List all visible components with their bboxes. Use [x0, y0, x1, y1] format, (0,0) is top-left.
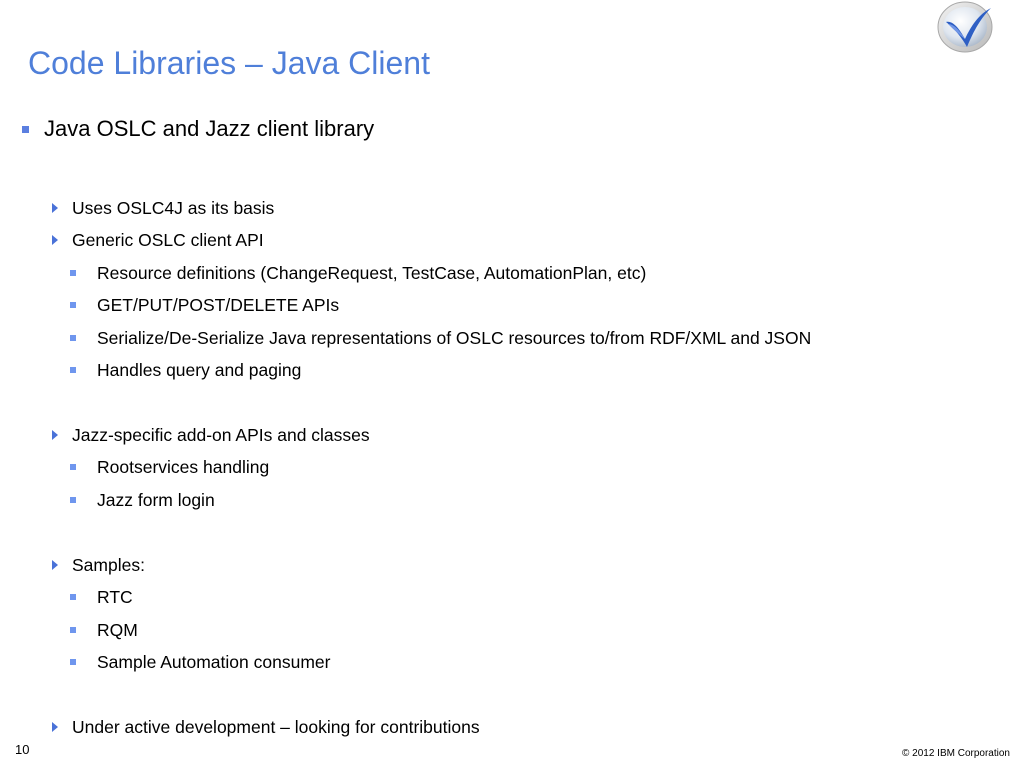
- bullet-java-oslc-library: Java OSLC and Jazz client library: [22, 113, 374, 145]
- small-square-bullet-icon: [70, 659, 76, 665]
- small-square-bullet-icon: [70, 464, 76, 470]
- triangle-arrow-icon: [52, 235, 58, 245]
- bullet-text: Jazz-specific add-on APIs and classes: [72, 424, 370, 445]
- small-square-bullet-icon: [70, 335, 76, 341]
- bullet-text: RQM: [97, 619, 138, 640]
- small-square-bullet-icon: [70, 270, 76, 276]
- bullet-text: Under active development – looking for c…: [72, 716, 480, 737]
- bullet-rootservices: Rootservices handling: [70, 455, 269, 479]
- bullet-text: Java OSLC and Jazz client library: [44, 116, 375, 141]
- bullet-rqm: RQM: [70, 618, 138, 642]
- triangle-arrow-icon: [52, 430, 58, 440]
- bullet-active-development: Under active development – looking for c…: [52, 715, 480, 739]
- bullet-serialize: Serialize/De-Serialize Java representati…: [70, 326, 811, 350]
- small-square-bullet-icon: [70, 302, 76, 308]
- triangle-arrow-icon: [52, 203, 58, 213]
- bullet-http-apis: GET/PUT/POST/DELETE APIs: [70, 293, 339, 317]
- bullet-query-paging: Handles query and paging: [70, 358, 301, 382]
- bullet-uses-oslc4j: Uses OSLC4J as its basis: [52, 196, 274, 220]
- bullet-automation-consumer: Sample Automation consumer: [70, 650, 330, 674]
- copyright-notice: © 2012 IBM Corporation: [902, 748, 1010, 759]
- bullet-text: Uses OSLC4J as its basis: [72, 197, 275, 218]
- bullet-text: Handles query and paging: [97, 359, 302, 380]
- bullet-generic-oslc-api: Generic OSLC client API: [52, 228, 264, 252]
- bullet-text: Generic OSLC client API: [72, 229, 264, 250]
- small-square-bullet-icon: [70, 497, 76, 503]
- bullet-text: Jazz form login: [97, 489, 215, 510]
- small-square-bullet-icon: [70, 367, 76, 373]
- bullet-jazz-specific: Jazz-specific add-on APIs and classes: [52, 423, 370, 447]
- small-square-bullet-icon: [70, 627, 76, 633]
- bullet-text: Sample Automation consumer: [97, 651, 331, 672]
- bullet-text: GET/PUT/POST/DELETE APIs: [97, 294, 340, 315]
- bullet-form-login: Jazz form login: [70, 488, 215, 512]
- page-number: 10: [15, 742, 30, 757]
- globe-logo-icon: [937, 1, 993, 53]
- bullet-text: Resource definitions (ChangeRequest, Tes…: [97, 262, 647, 283]
- bullet-text: Rootservices handling: [97, 456, 270, 477]
- triangle-arrow-icon: [52, 722, 58, 732]
- bullet-text: RTC: [97, 586, 133, 607]
- bullet-samples: Samples:: [52, 553, 145, 577]
- bullet-resource-definitions: Resource definitions (ChangeRequest, Tes…: [70, 261, 646, 285]
- square-bullet-icon: [22, 125, 29, 133]
- slide-title: Code Libraries – Java Client: [28, 45, 430, 81]
- small-square-bullet-icon: [70, 594, 76, 600]
- bullet-rtc: RTC: [70, 585, 133, 609]
- bullet-text: Serialize/De-Serialize Java representati…: [97, 327, 812, 348]
- bullet-text: Samples:: [72, 554, 145, 575]
- triangle-arrow-icon: [52, 560, 58, 570]
